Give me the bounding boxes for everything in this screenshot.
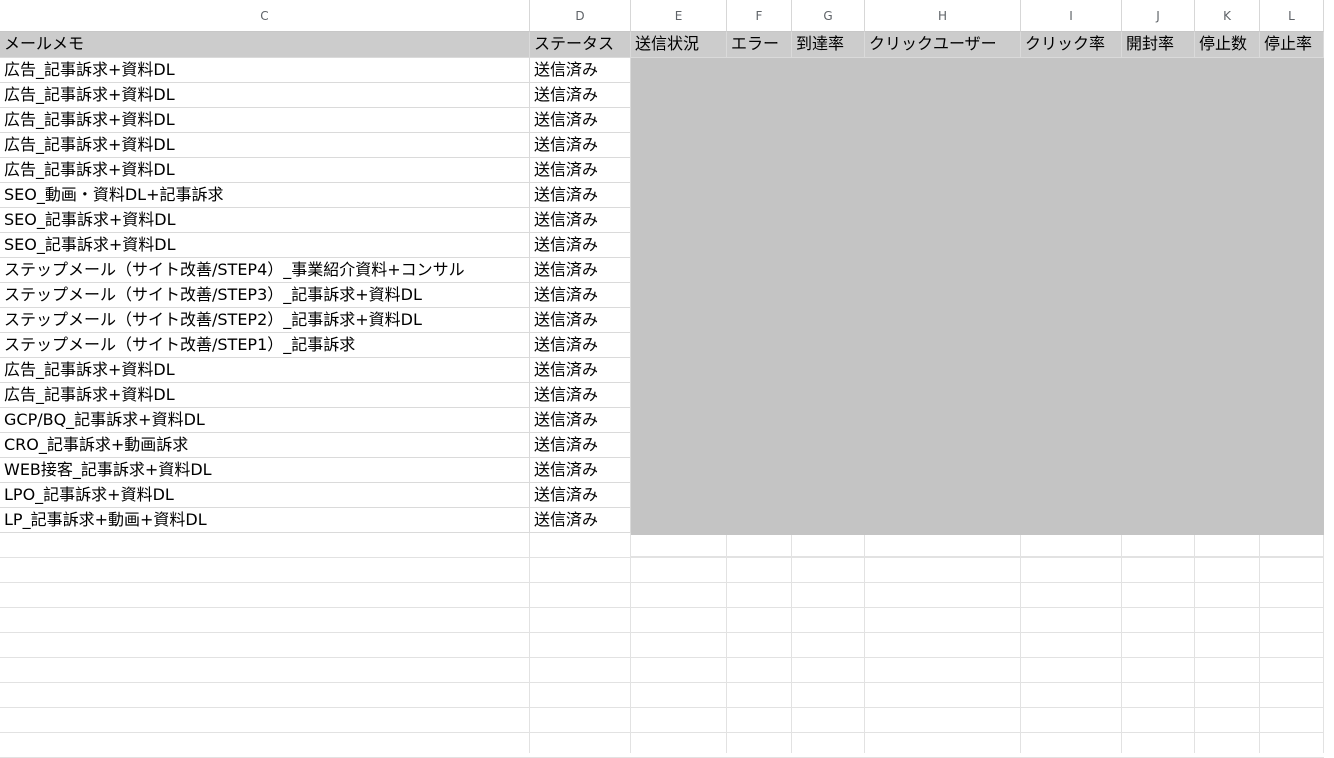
status-cell[interactable]: 送信済み: [530, 83, 631, 108]
header-cell-f[interactable]: エラー: [727, 32, 792, 58]
header-cell-i[interactable]: クリック率: [1021, 32, 1122, 58]
column-header-c[interactable]: C: [0, 0, 530, 32]
status-cell[interactable]: 送信済み: [530, 383, 631, 408]
status-cell[interactable]: 送信済み: [530, 208, 631, 233]
grid-row-line: [0, 632, 1324, 633]
status-cell[interactable]: 送信済み: [530, 58, 631, 83]
spreadsheet-grid: C D E F G H I J K L メールメモ ステータス 送信状況 エラー 到達率 クリックユーザー クリ…: [0, 0, 1334, 758]
grid-col-line: [529, 533, 530, 753]
column-header-d[interactable]: D: [530, 0, 631, 32]
grid-col-line: [864, 535, 865, 753]
status-cell[interactable]: 送信済み: [530, 258, 631, 283]
memo-cell[interactable]: LP_記事訴求+動画+資料DL: [0, 508, 530, 533]
grid-row-line: [0, 557, 1324, 558]
memo-cell[interactable]: 広告_記事訴求+資料DL: [0, 133, 530, 158]
column-header-h[interactable]: H: [865, 0, 1021, 32]
grid-col-line: [630, 533, 631, 753]
memo-cell[interactable]: ステップメール（サイト改善/STEP3）_記事訴求+資料DL: [0, 283, 530, 308]
column-header-g[interactable]: G: [792, 0, 865, 32]
memo-cell[interactable]: ステップメール（サイト改善/STEP1）_記事訴求: [0, 333, 530, 358]
memo-cell[interactable]: 広告_記事訴求+資料DL: [0, 158, 530, 183]
memo-cell[interactable]: 広告_記事訴求+資料DL: [0, 58, 530, 83]
status-cell[interactable]: 送信済み: [530, 283, 631, 308]
grid-col-line: [1259, 535, 1260, 753]
status-cell[interactable]: 送信済み: [530, 483, 631, 508]
memo-cell[interactable]: ステップメール（サイト改善/STEP2）_記事訴求+資料DL: [0, 308, 530, 333]
column-header-l[interactable]: L: [1260, 0, 1324, 32]
grid-col-line: [1194, 535, 1195, 753]
memo-cell[interactable]: 広告_記事訴求+資料DL: [0, 358, 530, 383]
status-cell[interactable]: 送信済み: [530, 458, 631, 483]
grid-row-line: [0, 607, 1324, 608]
grid-row-line: [0, 582, 1324, 583]
memo-cell[interactable]: 広告_記事訴求+資料DL: [0, 108, 530, 133]
memo-cell[interactable]: CRO_記事訴求+動画訴求: [0, 433, 530, 458]
grid-col-line: [791, 535, 792, 753]
grid-col-line: [1121, 535, 1122, 753]
header-cell-c[interactable]: メールメモ: [0, 32, 530, 58]
status-cell[interactable]: 送信済み: [530, 408, 631, 433]
status-cell[interactable]: 送信済み: [530, 158, 631, 183]
header-cell-e[interactable]: 送信状況: [631, 32, 727, 58]
status-cell[interactable]: 送信済み: [530, 108, 631, 133]
column-header-i[interactable]: I: [1021, 0, 1122, 32]
status-cell[interactable]: 送信済み: [530, 233, 631, 258]
status-cell[interactable]: 送信済み: [530, 433, 631, 458]
grid-row-line: [0, 657, 1324, 658]
status-cell[interactable]: 送信済み: [530, 133, 631, 158]
memo-cell[interactable]: SEO_記事訴求+資料DL: [0, 233, 530, 258]
grid-row-line: [0, 732, 1324, 733]
memo-cell[interactable]: GCP/BQ_記事訴求+資料DL: [0, 408, 530, 433]
header-cell-k[interactable]: 停止数: [1195, 32, 1260, 58]
header-cell-g[interactable]: 到達率: [792, 32, 865, 58]
header-cell-h[interactable]: クリックユーザー: [865, 32, 1021, 58]
status-cell[interactable]: 送信済み: [530, 333, 631, 358]
status-cell[interactable]: 送信済み: [530, 308, 631, 333]
column-header-k[interactable]: K: [1195, 0, 1260, 32]
status-cell[interactable]: 送信済み: [530, 358, 631, 383]
status-cell[interactable]: 送信済み: [530, 508, 631, 533]
grid-row-line: [0, 707, 1324, 708]
memo-cell[interactable]: 広告_記事訴求+資料DL: [0, 83, 530, 108]
header-cell-l[interactable]: 停止率: [1260, 32, 1324, 58]
column-header-j[interactable]: J: [1122, 0, 1195, 32]
header-cell-d[interactable]: ステータス: [530, 32, 631, 58]
grid-row-line: [631, 556, 1324, 557]
grid-col-line: [1323, 535, 1324, 753]
memo-cell[interactable]: SEO_記事訴求+資料DL: [0, 208, 530, 233]
memo-cell[interactable]: LPO_記事訴求+資料DL: [0, 483, 530, 508]
empty-metrics-area[interactable]: [631, 58, 1324, 535]
memo-cell[interactable]: WEB接客_記事訴求+資料DL: [0, 458, 530, 483]
grid-col-line: [726, 535, 727, 753]
column-header-f[interactable]: F: [727, 0, 792, 32]
column-header-e[interactable]: E: [631, 0, 727, 32]
memo-cell[interactable]: ステップメール（サイト改善/STEP4）_事業紹介資料+コンサル: [0, 258, 530, 283]
header-cell-j[interactable]: 開封率: [1122, 32, 1195, 58]
memo-cell[interactable]: 広告_記事訴求+資料DL: [0, 383, 530, 408]
status-cell[interactable]: 送信済み: [530, 183, 631, 208]
grid-row-line: [0, 682, 1324, 683]
memo-cell[interactable]: SEO_動画・資料DL+記事訴求: [0, 183, 530, 208]
grid-col-line: [1020, 535, 1021, 753]
